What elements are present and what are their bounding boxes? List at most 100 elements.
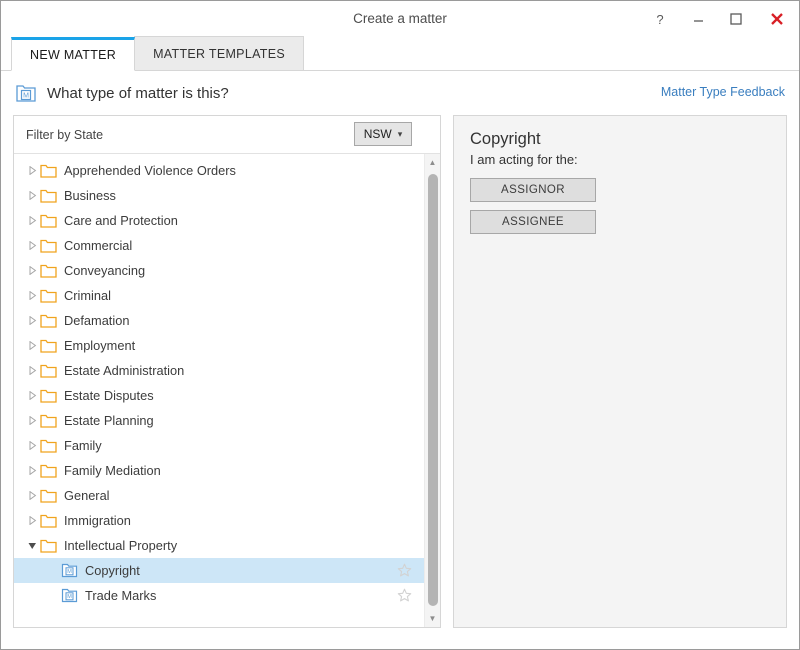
chevron-expanded-icon[interactable] — [24, 541, 40, 550]
folder-icon — [40, 238, 57, 253]
svg-text:M: M — [67, 594, 72, 600]
favorite-star-icon[interactable] — [397, 588, 412, 603]
tree-item-label: Business — [64, 188, 116, 203]
folder-icon — [40, 363, 57, 378]
state-dropdown-value: NSW — [363, 127, 392, 141]
question-header: M What type of matter is this? Matter Ty… — [1, 71, 799, 115]
close-icon[interactable] — [755, 3, 799, 35]
minimize-icon[interactable] — [679, 3, 717, 35]
tree-item-label: Estate Administration — [64, 363, 185, 378]
folder-icon — [40, 263, 57, 278]
tree-item-label: Trade Marks — [85, 588, 157, 603]
tree-item-intellectual-property[interactable]: Intellectual Property — [14, 533, 424, 558]
help-glyph: ? — [656, 11, 664, 27]
svg-text:M: M — [67, 569, 72, 575]
assignor-button[interactable]: ASSIGNOR — [470, 178, 596, 202]
scroll-down-icon[interactable]: ▼ — [425, 610, 440, 627]
page-title: What type of matter is this? — [47, 84, 229, 102]
tree-item-defamation[interactable]: Defamation — [14, 308, 424, 333]
tree-item-conveyancing[interactable]: Conveyancing — [14, 258, 424, 283]
chevron-down-icon: ▾ — [397, 128, 403, 139]
folder-icon — [40, 538, 57, 553]
chevron-collapsed-icon[interactable] — [24, 266, 40, 275]
tree-item-copyright[interactable]: M Copyright — [14, 558, 424, 583]
folder-icon — [40, 163, 57, 178]
matter-type-tree: Apprehended Violence Orders Business Care … — [14, 154, 424, 627]
tree-item-label: Criminal — [64, 288, 111, 303]
folder-icon — [40, 288, 57, 303]
state-dropdown[interactable]: NSW ▾ — [354, 122, 412, 146]
tree-item-estate-planning[interactable]: Estate Planning — [14, 408, 424, 433]
tree-item-label: Employment — [64, 338, 136, 353]
chevron-collapsed-icon[interactable] — [24, 516, 40, 525]
help-icon[interactable]: ? — [641, 3, 679, 35]
tree-item-label: Copyright — [85, 563, 140, 578]
matter-document-icon: M — [61, 563, 78, 578]
body-area: Filter by State NSW ▾ Apprehended Violen… — [1, 115, 799, 631]
tree-item-family-mediation[interactable]: Family Mediation — [14, 458, 424, 483]
tab-strip: NEW MATTER MATTER TEMPLATES — [1, 36, 799, 71]
folder-icon — [40, 513, 57, 528]
title-bar: Create a matter ? — [1, 1, 799, 37]
filter-by-state-label: Filter by State — [26, 127, 104, 142]
tree-item-trade-marks[interactable]: M Trade Marks — [14, 583, 424, 608]
tree-item-immigration[interactable]: Immigration — [14, 508, 424, 533]
matter-type-feedback-link[interactable]: Matter Type Feedback — [661, 85, 785, 99]
folder-icon — [40, 338, 57, 353]
folder-icon — [40, 188, 57, 203]
chevron-collapsed-icon[interactable] — [24, 191, 40, 200]
tree-item-apprehended-violence-orders[interactable]: Apprehended Violence Orders — [14, 158, 424, 183]
tree-item-label: Care and Protection — [64, 213, 178, 228]
tab-matter-templates-label: MATTER TEMPLATES — [153, 46, 285, 61]
tab-matter-templates[interactable]: MATTER TEMPLATES — [134, 36, 304, 70]
tree-item-estate-administration[interactable]: Estate Administration — [14, 358, 424, 383]
chevron-collapsed-icon[interactable] — [24, 441, 40, 450]
chevron-collapsed-icon[interactable] — [24, 366, 40, 375]
tree-item-label: Family Mediation — [64, 463, 161, 478]
chevron-collapsed-icon[interactable] — [24, 491, 40, 500]
tree-item-employment[interactable]: Employment — [14, 333, 424, 358]
folder-icon — [40, 438, 57, 453]
chevron-collapsed-icon[interactable] — [24, 291, 40, 300]
folder-icon — [40, 388, 57, 403]
window-controls: ? — [641, 1, 799, 37]
chevron-collapsed-icon[interactable] — [24, 166, 40, 175]
tree-item-estate-disputes[interactable]: Estate Disputes — [14, 383, 424, 408]
tree-item-care-and-protection[interactable]: Care and Protection — [14, 208, 424, 233]
tree-item-label: Apprehended Violence Orders — [64, 163, 236, 178]
matter-detail-panel: Copyright I am acting for the: ASSIGNOR … — [453, 115, 787, 628]
folder-icon — [40, 213, 57, 228]
maximize-icon[interactable] — [717, 3, 755, 35]
tab-new-matter-label: NEW MATTER — [30, 48, 117, 62]
folder-icon — [40, 488, 57, 503]
tree-item-general[interactable]: General — [14, 483, 424, 508]
scroll-up-icon[interactable]: ▲ — [425, 154, 440, 171]
tree-item-criminal[interactable]: Criminal — [14, 283, 424, 308]
chevron-collapsed-icon[interactable] — [24, 341, 40, 350]
assignee-button[interactable]: ASSIGNEE — [470, 210, 596, 234]
scrollbar-thumb[interactable] — [428, 174, 438, 606]
detail-title: Copyright — [470, 130, 541, 148]
tree-item-label: Defamation — [64, 313, 130, 328]
tree-item-business[interactable]: Business — [14, 183, 424, 208]
folder-icon — [40, 313, 57, 328]
chevron-collapsed-icon[interactable] — [24, 391, 40, 400]
tree-item-label: Conveyancing — [64, 263, 146, 278]
tree-item-family[interactable]: Family — [14, 433, 424, 458]
tree-item-label: Intellectual Property — [64, 538, 178, 553]
tree-item-commercial[interactable]: Commercial — [14, 233, 424, 258]
folder-icon — [40, 463, 57, 478]
chevron-collapsed-icon[interactable] — [24, 416, 40, 425]
tree-item-label: Commercial — [64, 238, 133, 253]
create-a-matter-window: Create a matter ? NEW MATTER MATTER TEMP… — [0, 0, 800, 650]
chevron-collapsed-icon[interactable] — [24, 316, 40, 325]
tab-new-matter[interactable]: NEW MATTER — [11, 37, 136, 71]
chevron-collapsed-icon[interactable] — [24, 241, 40, 250]
matter-type-tree-wrapper: Apprehended Violence Orders Business Care … — [14, 154, 440, 627]
chevron-collapsed-icon[interactable] — [24, 216, 40, 225]
svg-text:M: M — [23, 93, 29, 100]
tree-scrollbar[interactable]: ▲ ▼ — [424, 154, 440, 627]
favorite-star-icon[interactable] — [397, 563, 412, 578]
chevron-collapsed-icon[interactable] — [24, 466, 40, 475]
matter-document-icon: M — [61, 588, 78, 603]
